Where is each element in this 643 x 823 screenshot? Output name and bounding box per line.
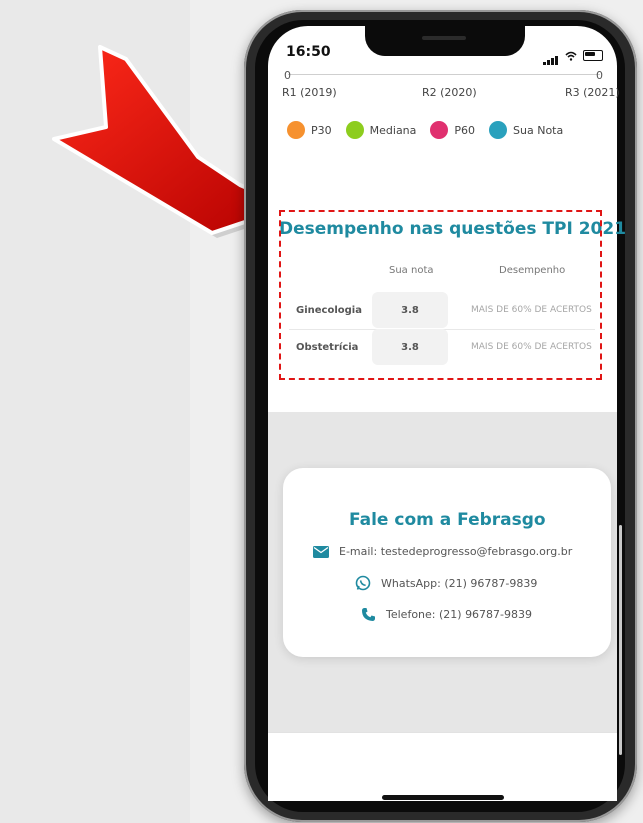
wifi-icon bbox=[565, 51, 577, 61]
y-axis-zero-right: 0 bbox=[596, 69, 603, 82]
legend-dot-sua-nota bbox=[489, 121, 508, 139]
bottom-area bbox=[268, 732, 617, 801]
legend-dot-p30 bbox=[287, 121, 305, 139]
home-indicator[interactable] bbox=[382, 795, 504, 800]
email-icon bbox=[313, 545, 329, 558]
battery-icon bbox=[583, 50, 603, 61]
x-tick-r1: R1 (2019) bbox=[282, 86, 337, 99]
contact-card bbox=[283, 468, 611, 657]
phone-notch bbox=[365, 26, 525, 56]
speaker-grille bbox=[422, 36, 466, 40]
chart-x-axis bbox=[288, 74, 600, 75]
status-time: 16:50 bbox=[286, 44, 331, 60]
contact-email[interactable]: E-mail: testedeprogresso@febrasgo.org.br bbox=[313, 545, 572, 558]
contact-email-text: E-mail: testedeprogresso@febrasgo.org.br bbox=[339, 545, 573, 558]
y-axis-zero-left: 0 bbox=[284, 69, 291, 82]
chart-legend: P30 Mediana P60 Sua Nota bbox=[287, 121, 563, 139]
legend-item-p60[interactable]: P60 bbox=[430, 121, 475, 139]
status-icons bbox=[543, 46, 603, 65]
contact-whatsapp-text: WhatsApp: (21) 96787-9839 bbox=[381, 576, 538, 590]
scrollbar[interactable] bbox=[619, 525, 622, 755]
whatsapp-icon bbox=[355, 575, 371, 591]
legend-label-p60: P60 bbox=[454, 123, 476, 137]
contact-whatsapp[interactable]: WhatsApp: (21) 96787-9839 bbox=[355, 575, 537, 591]
legend-dot-mediana bbox=[345, 121, 364, 139]
legend-item-sua-nota[interactable]: Sua Nota bbox=[489, 121, 563, 139]
x-tick-r2: R2 (2020) bbox=[422, 86, 477, 99]
legend-item-mediana[interactable]: Mediana bbox=[345, 121, 417, 139]
phone-icon bbox=[362, 608, 375, 621]
legend-item-p30[interactable]: P30 bbox=[287, 121, 332, 139]
highlight-box bbox=[279, 210, 602, 380]
x-tick-r3: R3 (2021) bbox=[565, 86, 620, 99]
signal-icon bbox=[543, 46, 559, 65]
contact-telefone[interactable]: Telefone: (21) 96787-9839 bbox=[361, 607, 532, 622]
legend-dot-p60 bbox=[430, 121, 449, 139]
legend-label-p30: P30 bbox=[311, 123, 332, 137]
legend-label-mediana: Mediana bbox=[369, 123, 417, 137]
contact-title: Fale com a Febrasgo bbox=[349, 510, 546, 530]
legend-label-sua-nota: Sua Nota bbox=[513, 123, 564, 137]
contact-telefone-text: Telefone: (21) 96787-9839 bbox=[386, 608, 533, 621]
